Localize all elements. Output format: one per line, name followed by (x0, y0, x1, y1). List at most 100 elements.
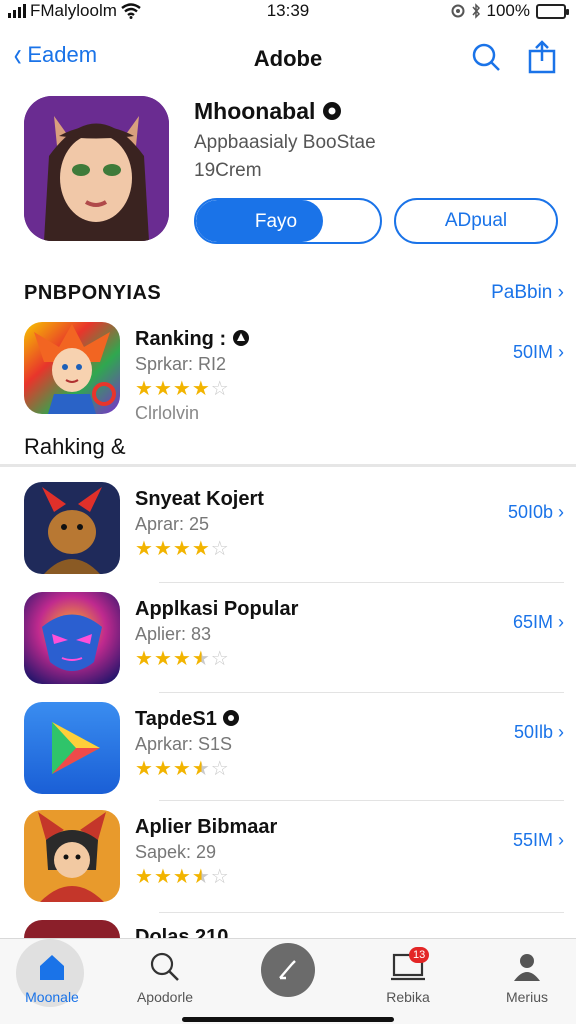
app-size-link[interactable]: 55IM › (513, 830, 564, 851)
app-size: 55IM (512, 830, 553, 850)
app-extra-info: Clrlolvin (135, 403, 200, 423)
star-full-icon: ★ (191, 538, 211, 560)
app-subtitle: Aprkar: S1S (135, 734, 233, 754)
compose-button[interactable] (261, 943, 315, 997)
cat-girl-icon (24, 96, 169, 241)
app-subtitle: Aplier: 83 (135, 624, 212, 644)
tab-bar: Moonale Apodorle 13 Rebika Merius (0, 938, 576, 1024)
get-button-label: Fayo (254, 211, 298, 232)
app-name: Ranking : (135, 328, 250, 351)
number-label: : (219, 328, 227, 350)
star-full-icon: ★ (135, 538, 154, 560)
row-divider (159, 582, 564, 583)
app-subtitle: Aprar: 25 (135, 514, 210, 534)
profile-icon (514, 954, 540, 981)
navigation-bar: ‹ Eadem Adobe (0, 34, 576, 84)
glowing-mask-icon (24, 592, 120, 684)
colorful-character-icon (24, 322, 120, 414)
app-name: Snyeat Kojert (135, 488, 264, 510)
get-button[interactable]: Fayo (194, 198, 382, 244)
star-full-icon: ★ (153, 378, 173, 400)
tab-updates[interactable]: 13 Rebika (353, 945, 463, 1005)
star-full-icon: ★ (191, 378, 211, 400)
home-icon (40, 955, 64, 980)
star-full-icon: ★ (135, 758, 154, 780)
verified-icon (232, 330, 249, 346)
star-rating: ★★★★☆ (135, 756, 230, 781)
verified-icon (322, 102, 341, 120)
star-full-icon: ★ (172, 378, 192, 400)
app-icon[interactable] (24, 96, 169, 241)
list-item[interactable]: Ranking : Sprkar: RI2 ★★★★☆ 50IM › (24, 322, 564, 422)
app-name: Aplier Bibmaar (135, 816, 278, 838)
app-size-link[interactable]: 50I0b › (508, 502, 564, 523)
row-divider (159, 692, 564, 693)
tab-label: Rebika (386, 989, 430, 1005)
chevron-right-icon: › (558, 612, 564, 632)
featured-app-name-text: Mhoonabal (194, 98, 316, 124)
star-full-icon: ★ (172, 648, 192, 670)
featured-app-subtitle: Appbaasialy BooStae (194, 132, 376, 153)
star-rating: ★★★★☆ (135, 646, 230, 671)
pencil-icon (279, 960, 296, 980)
star-empty-icon: ☆ (210, 648, 230, 670)
status-bar: FMalyloolm 13:39 100% (0, 0, 576, 24)
list-item[interactable]: Snyeat Kojert Aprar: 25 ★★★★☆ 50I0b › (24, 482, 564, 583)
app-name: TapdeS1 (135, 708, 240, 731)
share-icon[interactable] (528, 40, 556, 74)
horned-creature-icon (24, 482, 120, 574)
star-empty-icon: ☆ (210, 378, 230, 400)
notification-badge: 13 (409, 947, 430, 963)
battery-percent: 100% (486, 1, 530, 20)
star-half-icon: ★ (191, 648, 211, 670)
app-name: Applkasi Popular (135, 598, 299, 620)
tab-home[interactable]: Moonale (0, 945, 107, 1005)
list-item[interactable]: Aplier Bibmaar Sapek: 29 ★★★★☆ 55IM › (24, 810, 564, 913)
featured-app-name: Mhoonabal (194, 98, 342, 125)
status-right: 100% (451, 1, 569, 21)
tab-profile[interactable]: Merius (472, 945, 576, 1005)
app-size-link[interactable]: 65IM › (513, 612, 564, 633)
play-triangle-icon (24, 702, 120, 794)
search-icon[interactable] (470, 41, 502, 73)
chevron-right-icon: › (558, 722, 564, 742)
nav-actions (470, 40, 556, 74)
star-rating: ★★★★☆ (135, 536, 230, 561)
app-name-text: Ranking (135, 328, 214, 350)
app-size-link[interactable]: 50IM › (513, 342, 564, 363)
star-full-icon: ★ (153, 538, 173, 560)
see-all-label: PaBbin (491, 282, 553, 303)
app-name-text: TapdeS1 (135, 708, 217, 730)
star-rating: ★★★★☆ (135, 864, 230, 889)
star-empty-icon: ☆ (210, 538, 230, 560)
app-size: 50Ilb (513, 722, 553, 742)
ninja-fox-icon (24, 810, 120, 902)
list-item[interactable]: Applkasi Popular Aplier: 83 ★★★★☆ 65IM › (24, 592, 564, 693)
see-all-link[interactable]: PaBbin › (491, 282, 564, 304)
app-size: 50IM (512, 342, 553, 362)
app-size-link[interactable]: 50Ilb › (514, 722, 564, 743)
chevron-right-icon: › (558, 342, 564, 362)
star-half-icon: ★ (191, 758, 211, 780)
list-item[interactable]: TapdeS1 Aprkar: S1S ★★★★☆ 50Ilb › (24, 702, 564, 801)
tab-label: Moonale (25, 989, 79, 1005)
star-half-icon: ★ (191, 866, 211, 888)
section-header: PNBPONYIAS PaBbin › (24, 282, 564, 305)
home-indicator (182, 1017, 394, 1022)
star-rating: ★★★★☆ (135, 376, 230, 401)
alarm-icon (451, 4, 465, 18)
app-subtitle: Sprkar: RI2 (135, 354, 227, 374)
star-full-icon: ★ (153, 758, 173, 780)
section-divider (0, 464, 576, 467)
ranking-label: Rahking & (24, 434, 126, 459)
tab-search[interactable]: Apodorle (110, 945, 220, 1005)
add-button[interactable]: ADpual (394, 198, 558, 244)
app-size: 50I0b (507, 502, 553, 522)
list-item[interactable]: Dolas 210 (24, 920, 564, 938)
star-full-icon: ★ (135, 378, 154, 400)
tab-label: Apodorle (136, 989, 194, 1005)
chevron-right-icon: › (557, 282, 564, 303)
section-title: PNBPONYIAS (24, 282, 162, 304)
star-empty-icon: ☆ (210, 866, 230, 888)
app-name: Dolas 210 (135, 926, 229, 938)
